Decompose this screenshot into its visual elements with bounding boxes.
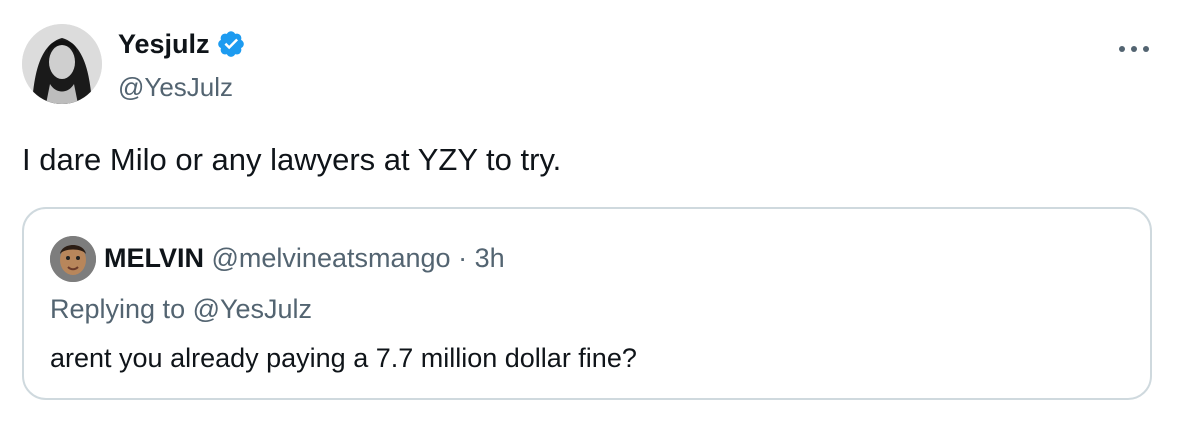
more-dots-icon[interactable] <box>1112 36 1156 62</box>
author-display-name[interactable]: Yesjulz <box>118 27 210 61</box>
author-avatar[interactable] <box>22 24 102 104</box>
quoted-header: MELVIN @melvineatsmango · 3h <box>104 240 505 276</box>
replying-to: Replying to @YesJulz <box>50 294 313 324</box>
quoted-display-name[interactable]: MELVIN <box>104 243 204 273</box>
author-name-row: Yesjulz <box>118 27 246 61</box>
separator-dot: · <box>458 243 468 273</box>
quoted-timestamp[interactable]: 3h <box>475 243 505 273</box>
quoted-text: arent you already paying a 7.7 million d… <box>50 343 637 373</box>
verified-badge-icon[interactable] <box>216 29 246 59</box>
author-handle[interactable]: @YesJulz <box>118 70 233 104</box>
quoted-author-avatar[interactable] <box>50 236 96 282</box>
quoted-handle[interactable]: @melvineatsmango <box>212 243 451 273</box>
quoted-tweet[interactable]: MELVIN @melvineatsmango · 3h Replying to… <box>22 207 1152 400</box>
tweet-text: I dare Milo or any lawyers at YZY to try… <box>22 142 562 177</box>
